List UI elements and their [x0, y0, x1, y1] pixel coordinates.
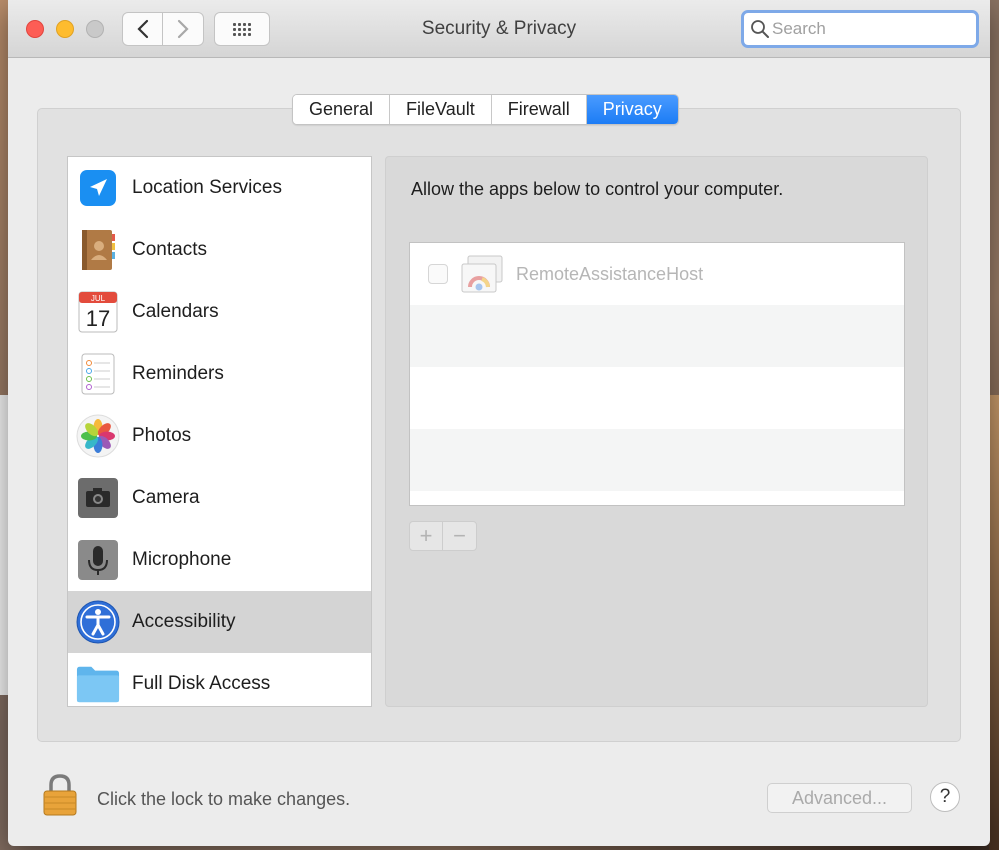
- app-list: RemoteAssistanceHost: [409, 242, 905, 506]
- accessibility-content-pane: Allow the apps below to control your com…: [385, 156, 928, 707]
- advanced-button[interactable]: Advanced...: [767, 783, 912, 813]
- list-item: [410, 429, 904, 491]
- privacy-category-list: Location Services Contacts JUL 17 Calend…: [67, 156, 372, 707]
- sidebar-item-full-disk-access[interactable]: Full Disk Access: [68, 653, 371, 706]
- sidebar-item-contacts[interactable]: Contacts: [68, 219, 371, 281]
- sidebar-item-label: Calendars: [132, 301, 219, 322]
- sidebar-item-calendars[interactable]: JUL 17 Calendars: [68, 281, 371, 343]
- title-bar: Security & Privacy: [8, 0, 990, 58]
- sidebar-item-reminders[interactable]: Reminders: [68, 343, 371, 405]
- accessibility-icon: [76, 600, 120, 644]
- help-button[interactable]: ?: [930, 782, 960, 812]
- folder-icon: [76, 662, 120, 706]
- sidebar-item-label: Photos: [132, 425, 192, 446]
- search-field[interactable]: [741, 10, 979, 48]
- microphone-icon: [76, 538, 120, 582]
- reminders-list-icon: [76, 352, 120, 396]
- sidebar-item-location-services[interactable]: Location Services: [68, 157, 371, 219]
- sidebar-item-label: Reminders: [132, 363, 224, 384]
- desktop-wallpaper-edge: [989, 395, 999, 850]
- location-arrow-icon: [76, 166, 120, 210]
- remove-app-button[interactable]: −: [443, 522, 476, 550]
- app-name: RemoteAssistanceHost: [516, 263, 704, 284]
- sidebar-item-label: Accessibility: [132, 611, 236, 632]
- sidebar-item-camera[interactable]: Camera: [68, 467, 371, 529]
- tab-firewall[interactable]: Firewall: [491, 95, 587, 124]
- search-icon: [751, 20, 769, 38]
- list-item[interactable]: RemoteAssistanceHost: [410, 243, 904, 305]
- camera-icon: [76, 476, 120, 520]
- tab-privacy[interactable]: Privacy: [586, 95, 678, 124]
- lock-message: Click the lock to make changes.: [97, 789, 351, 809]
- tab-bar: General FileVault Firewall Privacy: [292, 94, 679, 125]
- svg-text:JUL: JUL: [91, 294, 106, 303]
- contacts-book-icon: [76, 228, 120, 272]
- list-item: [410, 367, 904, 429]
- accessibility-description: Allow the apps below to control your com…: [411, 179, 784, 199]
- sidebar-item-photos[interactable]: Photos: [68, 405, 371, 467]
- sidebar-item-microphone[interactable]: Microphone: [68, 529, 371, 591]
- list-item: [410, 305, 904, 367]
- sidebar-item-label: Contacts: [132, 239, 207, 260]
- app-checkbox[interactable]: [428, 264, 448, 284]
- sidebar-item-label: Full Disk Access: [132, 673, 271, 694]
- tab-general[interactable]: General: [293, 95, 391, 124]
- chrome-remote-desktop-icon: [461, 255, 503, 293]
- sidebar-item-accessibility[interactable]: Accessibility: [68, 591, 371, 653]
- add-app-button[interactable]: +: [410, 522, 444, 550]
- add-remove-buttons: + −: [409, 521, 477, 551]
- photos-flower-icon: [76, 414, 120, 458]
- svg-text:17: 17: [86, 306, 110, 331]
- search-input[interactable]: [772, 19, 972, 39]
- sidebar-item-label: Microphone: [132, 549, 232, 570]
- calendar-icon: JUL 17: [76, 290, 120, 334]
- tab-filevault[interactable]: FileVault: [390, 95, 492, 124]
- lock-icon[interactable]: [42, 773, 78, 817]
- sidebar-item-label: Camera: [132, 487, 200, 508]
- security-privacy-window: Security & Privacy General FileVault Fir…: [8, 0, 990, 846]
- sidebar-item-label: Location Services: [132, 177, 282, 198]
